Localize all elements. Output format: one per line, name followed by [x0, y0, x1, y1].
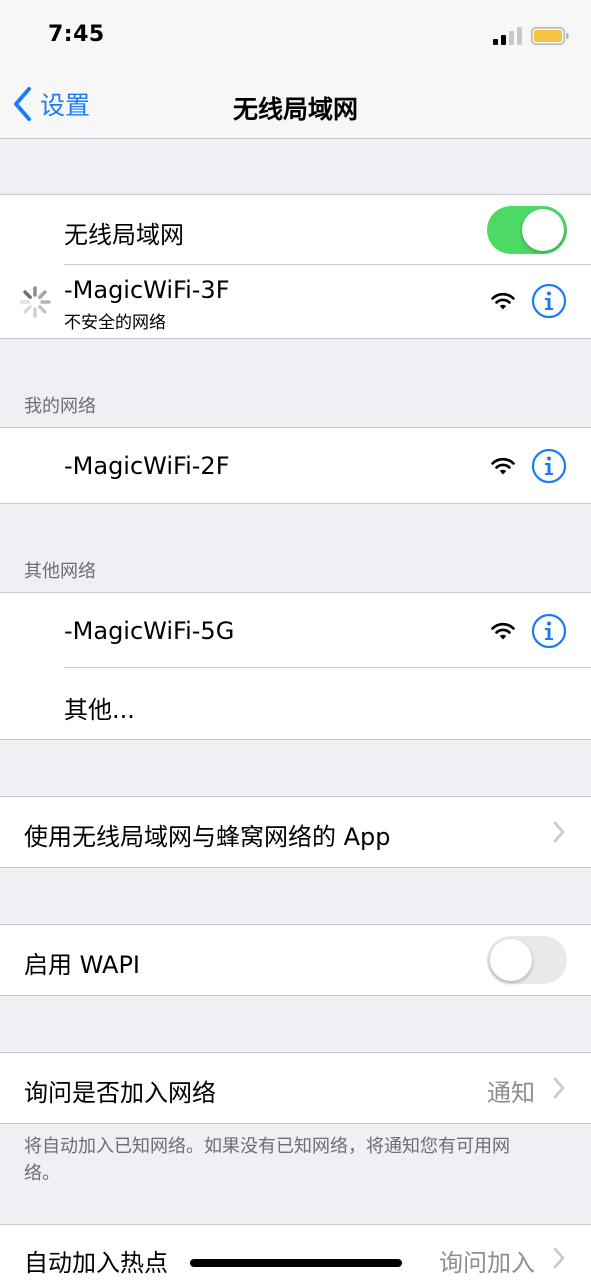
wapi-toggle[interactable] — [487, 936, 567, 984]
page-title: 无线局域网 — [232, 95, 358, 124]
wifi-signal-icon — [491, 622, 515, 640]
home-indicator[interactable] — [190, 1259, 402, 1267]
network-name: -MagicWiFi-2F — [64, 452, 230, 480]
loading-spinner-icon — [19, 286, 51, 318]
chevron-right-icon — [553, 1247, 565, 1269]
auto-hotspot-value: 询问加入 — [439, 1249, 535, 1277]
chevron-right-icon — [553, 1077, 565, 1099]
wifi-group: 无线局域网 -MagicWiFi-3F 不安全的网络 — [0, 194, 591, 339]
other-network-row[interactable]: 其他... — [0, 668, 591, 739]
wifi-toggle-label: 无线局域网 — [64, 221, 184, 249]
ask-join-footer: 将自动加入已知网络。如果没有已知网络，将通知您有可用网络。 — [24, 1136, 510, 1184]
other-networks-header: 其他网络 — [24, 561, 96, 582]
info-icon[interactable] — [531, 448, 567, 484]
auto-hotspot-group: 自动加入热点 询问加入 — [0, 1224, 591, 1281]
wapi-label: 启用 WAPI — [24, 951, 141, 979]
wifi-toggle[interactable] — [487, 206, 567, 254]
network-row[interactable]: -MagicWiFi-5G — [0, 593, 591, 668]
my-networks-header: 我的网络 — [24, 396, 96, 417]
other-network-label: 其他... — [64, 696, 135, 724]
status-bar: 7:45 — [0, 0, 591, 70]
apps-group: 使用无线局域网与蜂窝网络的 App — [0, 796, 591, 868]
apps-using-wifi-row[interactable]: 使用无线局域网与蜂窝网络的 App — [0, 797, 591, 867]
auto-hotspot-row[interactable]: 自动加入热点 询问加入 — [0, 1225, 591, 1281]
other-networks-group: -MagicWiFi-5G 其他... — [0, 592, 591, 740]
my-networks-group: -MagicWiFi-2F — [0, 427, 591, 504]
navigation-bar: 设置 无线局域网 — [0, 70, 591, 139]
network-row[interactable]: -MagicWiFi-2F — [0, 428, 591, 503]
wifi-signal-icon — [491, 457, 515, 475]
wifi-toggle-knob — [522, 209, 564, 251]
ask-join-value: 通知 — [487, 1079, 535, 1107]
chevron-right-icon — [553, 821, 565, 843]
wifi-signal-icon — [491, 292, 515, 310]
ask-join-row[interactable]: 询问是否加入网络 通知 — [0, 1053, 591, 1123]
wapi-toggle-knob — [490, 939, 532, 981]
wapi-row: 启用 WAPI — [0, 925, 591, 995]
ask-join-label: 询问是否加入网络 — [24, 1079, 216, 1107]
apps-using-wifi-label: 使用无线局域网与蜂窝网络的 App — [24, 823, 391, 851]
network-security-subtitle: 不安全的网络 — [64, 313, 166, 333]
battery-icon — [531, 27, 569, 45]
info-icon[interactable] — [531, 283, 567, 319]
network-name: -MagicWiFi-3F — [64, 276, 230, 304]
wapi-group: 启用 WAPI — [0, 924, 591, 996]
cellular-signal-icon — [493, 27, 522, 45]
auto-hotspot-label: 自动加入热点 — [24, 1249, 168, 1277]
network-name: -MagicWiFi-5G — [64, 617, 235, 645]
status-time: 7:45 — [48, 22, 105, 47]
current-network-row[interactable]: -MagicWiFi-3F 不安全的网络 — [0, 265, 591, 338]
ask-join-group: 询问是否加入网络 通知 — [0, 1052, 591, 1124]
wifi-toggle-row: 无线局域网 — [0, 195, 591, 265]
info-icon[interactable] — [531, 613, 567, 649]
